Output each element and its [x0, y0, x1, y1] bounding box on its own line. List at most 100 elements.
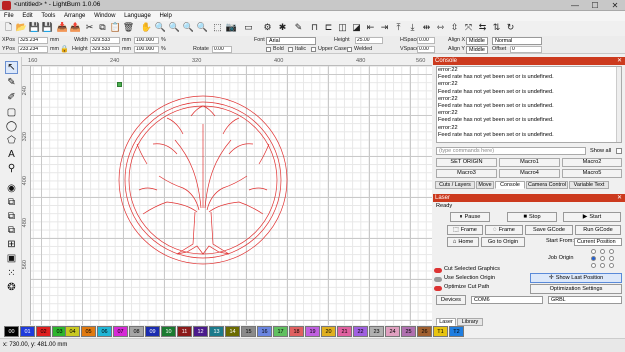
menu-edit[interactable]: Edit	[22, 11, 32, 21]
frame-view-icon[interactable]: ⬚	[212, 22, 223, 33]
macro3-button[interactable]: Macro3	[436, 169, 497, 178]
camera-icon[interactable]: 📷	[226, 22, 237, 33]
tab-move[interactable]: Move	[476, 181, 494, 189]
menu-language[interactable]: Language	[124, 11, 151, 21]
distribute-h-icon[interactable]: ⇿	[435, 22, 446, 33]
paste-icon[interactable]: 📋	[110, 22, 121, 33]
close-icon[interactable]: ✕	[617, 194, 622, 202]
zoom-out-icon[interactable]: 🔍	[169, 22, 180, 33]
boolean-union-icon[interactable]: ⊓	[309, 22, 320, 33]
frame-tool-icon[interactable]: ▣	[5, 252, 18, 265]
frame-circle-button[interactable]: ◌ Frame	[485, 225, 523, 235]
layer-swatch-14[interactable]: 14	[225, 326, 240, 337]
job-origin-radio-bl[interactable]	[591, 263, 596, 268]
tab-console[interactable]: Console	[495, 181, 525, 189]
job-origin-radio-ml[interactable]	[591, 256, 596, 261]
layer-swatch-09[interactable]: 09	[145, 326, 160, 337]
layer-tool-icon[interactable]: ⧉	[5, 196, 18, 209]
stop-button[interactable]: ■ Stop	[507, 212, 557, 222]
delete-icon[interactable]: 🗑	[123, 22, 134, 33]
layer-swatch-26[interactable]: 26	[417, 326, 432, 337]
port-select[interactable]: COM6	[471, 296, 543, 304]
align-right-icon[interactable]: ⇥	[379, 22, 390, 33]
layer-swatch-10[interactable]: 10	[161, 326, 176, 337]
zoom-page-icon[interactable]: 🔍	[197, 22, 208, 33]
export-icon[interactable]: 📤	[70, 22, 81, 33]
cut-icon[interactable]: ✂	[84, 22, 95, 33]
grid-array-icon[interactable]: ⁙	[5, 267, 18, 280]
layer-swatch-24[interactable]: 24	[385, 326, 400, 337]
measure-tool-icon[interactable]: ◉	[5, 182, 18, 195]
open-file-icon[interactable]: 📂	[16, 22, 27, 33]
align-bottom-icon[interactable]: ⤓	[407, 22, 418, 33]
lock-ratio-icon[interactable]: 🔒	[60, 46, 69, 53]
menu-arrange[interactable]: Arrange	[64, 11, 85, 21]
cut-selected-toggle[interactable]	[434, 268, 442, 273]
offset-field[interactable]: 0	[510, 46, 542, 53]
start-from-select[interactable]: Current Position	[574, 238, 622, 246]
layer-swatch-22[interactable]: 22	[353, 326, 368, 337]
layer-swatch-12[interactable]: 12	[193, 326, 208, 337]
rectangle-tool-icon[interactable]: ▢	[5, 106, 18, 119]
ellipse-tool-icon[interactable]: ◯	[5, 120, 18, 133]
vspace-field[interactable]: 0.00	[417, 46, 435, 53]
tab-library[interactable]: Library	[457, 318, 483, 326]
array-tool-icon[interactable]: ⊞	[5, 238, 18, 251]
layer-swatch-t1[interactable]: T1	[433, 326, 448, 337]
text-height-field[interactable]: 25.00	[355, 37, 383, 44]
rotate-icon[interactable]: ↻	[505, 22, 516, 33]
ypos-field[interactable]: 233.234	[18, 46, 48, 53]
device-settings-icon[interactable]: ✱	[277, 22, 288, 33]
layer-swatch-06[interactable]: 06	[97, 326, 112, 337]
flip-v-icon[interactable]: ⇅	[491, 22, 502, 33]
layer-swatch-13[interactable]: 13	[209, 326, 224, 337]
draw-lines-icon[interactable]: ✐	[5, 91, 18, 104]
macro-set-origin-button[interactable]: SET ORIGIN	[436, 158, 497, 167]
macro5-button[interactable]: Macro5	[562, 169, 622, 178]
job-origin-radio-tc[interactable]	[600, 249, 605, 254]
job-origin-radio-bc[interactable]	[600, 263, 605, 268]
align-x-select[interactable]: Middle	[466, 37, 488, 45]
layer-swatch-18[interactable]: 18	[289, 326, 304, 337]
console-output[interactable]: error:22 Feed rate has not yet been set …	[436, 66, 622, 143]
zoom-selection-icon[interactable]: 🔍	[183, 22, 194, 33]
align-top-icon[interactable]: ⤒	[393, 22, 404, 33]
align-left-icon[interactable]: ⇤	[365, 22, 376, 33]
layer-swatch-07[interactable]: 07	[113, 326, 128, 337]
close-icon[interactable]: ✕	[617, 57, 622, 65]
menu-tools[interactable]: Tools	[41, 11, 55, 21]
pan-icon[interactable]: ✋	[141, 22, 152, 33]
home-button[interactable]: ⌂ Home	[447, 237, 479, 247]
rotate-field[interactable]: 0.00	[212, 46, 232, 53]
edit-nodes-icon[interactable]: ✎	[5, 76, 18, 89]
scale-width-field[interactable]: 100.000	[134, 37, 159, 44]
layer-swatch-02[interactable]: 02	[36, 326, 51, 337]
layer-swatch-15[interactable]: 15	[241, 326, 256, 337]
hspace-field[interactable]: 0.00	[417, 37, 435, 44]
weld-icon[interactable]: ◪	[351, 22, 362, 33]
tab-camera-control[interactable]: Camera Control	[526, 181, 568, 189]
zoom-in-icon[interactable]: 🔍	[155, 22, 166, 33]
xpos-field[interactable]: 325.234	[18, 37, 48, 44]
run-gcode-button[interactable]: Run GCode	[575, 225, 621, 235]
close-button[interactable]: ✕	[605, 0, 625, 11]
offset-icon[interactable]: ◫	[337, 22, 348, 33]
upper-case-checkbox[interactable]	[311, 47, 316, 52]
layer-swatch-23[interactable]: 23	[369, 326, 384, 337]
scale-height-field[interactable]: 100.000	[134, 46, 159, 53]
minimize-button[interactable]: —	[565, 0, 585, 11]
macro1-button[interactable]: Macro1	[499, 158, 560, 167]
layer-swatch-25[interactable]: 25	[401, 326, 416, 337]
italic-checkbox[interactable]	[288, 47, 293, 52]
save-as-icon[interactable]: 💾	[42, 22, 53, 33]
save-icon[interactable]: 💾	[29, 22, 40, 33]
text-tool-icon[interactable]: A	[5, 148, 18, 161]
layer-swatch-20[interactable]: 20	[321, 326, 336, 337]
bold-checkbox[interactable]	[266, 47, 271, 52]
menu-help[interactable]: Help	[159, 11, 171, 21]
new-file-icon[interactable]: 🗋	[3, 22, 14, 33]
controller-select[interactable]: GRBL	[548, 296, 622, 304]
tab-cuts-layers[interactable]: Cuts / Layers	[435, 181, 475, 189]
layer-swatch-08[interactable]: 08	[129, 326, 144, 337]
height-field[interactable]: 329.533	[90, 46, 120, 53]
